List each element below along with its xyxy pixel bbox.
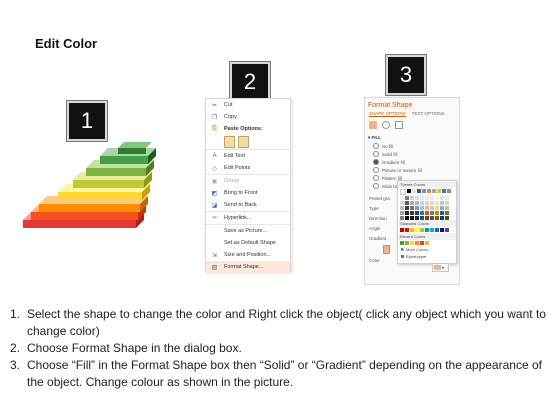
paste-option-icon[interactable] xyxy=(238,136,249,148)
gradient-stop-icon[interactable] xyxy=(383,244,390,254)
theme-colors-header: Theme Colors xyxy=(398,181,456,188)
menu-item-save-as-picture[interactable]: Save as Picture... xyxy=(206,224,290,237)
eyedropper-icon xyxy=(401,255,404,258)
scissors-icon: ✂ xyxy=(211,102,218,109)
chevron-down-icon: ▾ xyxy=(442,265,445,270)
tab-shape-options[interactable]: SHAPE OPTIONS xyxy=(369,111,406,117)
paste-option-icon[interactable] xyxy=(224,136,235,148)
menu-item-copy[interactable]: ❐ Copy xyxy=(206,111,290,123)
instruction-number: 1. xyxy=(10,307,21,321)
menu-item-label: Copy xyxy=(224,114,237,120)
instruction-number: 3. xyxy=(10,358,21,372)
fill-option-label: Solid fill xyxy=(382,151,398,157)
menu-item-label: Save as Picture... xyxy=(224,228,268,234)
menu-item-set-as-default-shape[interactable]: Set as Default Shape xyxy=(206,237,290,249)
theme-colors-top-row xyxy=(398,188,456,196)
instruction-number: 2. xyxy=(10,341,21,355)
group-icon: ▣ xyxy=(211,178,218,185)
recent-colors-header: Recent Colors xyxy=(398,233,456,240)
fill-option-picture-or-texture-fill[interactable]: Picture or texture fill xyxy=(365,166,459,174)
fill-color-swatch xyxy=(434,265,441,270)
instruction-item: 2. Choose Format Shape in the dialog box. xyxy=(10,340,550,357)
menu-item-label: Format Shape... xyxy=(224,264,264,270)
fill-section-header[interactable]: ▾ FILL xyxy=(365,133,459,142)
fill-option-label: Gradient fill xyxy=(382,159,405,165)
menu-item-label: Size and Position... xyxy=(224,252,272,258)
menu-item-label: Set as Default Shape xyxy=(224,240,276,246)
eyedropper-label: Eyedropper xyxy=(406,254,427,259)
menu-item-edit-points[interactable]: ◇ Edit Points xyxy=(206,162,290,174)
menu-item-hyperlink[interactable]: ∞ Hyperlink... xyxy=(206,211,290,224)
fill-option-label: No fill xyxy=(382,143,394,149)
fill-line-icon[interactable] xyxy=(369,121,377,129)
eyedropper-item[interactable]: Eyedropper xyxy=(398,253,456,260)
menu-item-group[interactable]: ▣ Group xyxy=(206,174,290,187)
fill-option-solid-fill[interactable]: Solid fill xyxy=(365,150,459,158)
stair-shape-graphic[interactable] xyxy=(18,140,168,240)
size-properties-icon[interactable] xyxy=(395,121,403,129)
step-badge-2: 2 xyxy=(230,62,270,102)
radio-button[interactable] xyxy=(373,167,379,173)
menu-item-label: Hyperlink... xyxy=(224,215,252,221)
fill-option-gradient-fill[interactable]: Gradient fill xyxy=(365,158,459,166)
paste-options-row xyxy=(206,135,290,149)
radio-button[interactable] xyxy=(373,151,379,157)
radio-button[interactable] xyxy=(373,159,379,165)
menu-item-size-and-position[interactable]: ⇲ Size and Position... xyxy=(206,249,290,261)
fill-option-label: Picture or texture fill xyxy=(382,167,422,173)
format-shape-icon: ▨ xyxy=(211,264,218,271)
menu-item-label: Bring to Front xyxy=(224,190,258,196)
send-back-icon: ◪ xyxy=(211,202,218,209)
menu-item-label: Cut xyxy=(224,102,233,108)
edit-points-icon: ◇ xyxy=(212,165,217,172)
menu-item-label: Paste Options: xyxy=(224,126,263,132)
instruction-item: 1. Select the shape to change the color a… xyxy=(10,306,550,340)
standard-colors-header: Standard Colors xyxy=(398,220,456,227)
menu-icon-spacer xyxy=(210,227,219,235)
radio-button[interactable] xyxy=(373,183,379,189)
instruction-text: Choose Format Shape in the dialog box. xyxy=(27,341,242,355)
instructions-list: 1. Select the shape to change the color a… xyxy=(10,306,550,391)
radio-button[interactable] xyxy=(373,143,379,149)
more-colors-item[interactable]: More Colors... xyxy=(398,246,456,253)
context-menu: ✂ Cut ❐ Copy ⎘ Paste Options: A Edit Text ◇ Edit … xyxy=(205,98,291,273)
size-icon: ⇲ xyxy=(211,252,218,259)
menu-item-label: Group xyxy=(224,178,240,184)
menu-item-label: Edit Points xyxy=(224,165,251,171)
paste-icon: ⎘ xyxy=(212,125,217,132)
bring-front-icon: ◩ xyxy=(211,190,218,197)
color-wheel-icon xyxy=(401,248,404,251)
menu-item-cut[interactable]: ✂ Cut xyxy=(206,99,290,111)
menu-item-send-to-back[interactable]: ◪ Send to Back xyxy=(206,199,290,211)
menu-item-label: Edit Text xyxy=(224,153,245,159)
menu-item-edit-text[interactable]: A Edit Text xyxy=(206,149,290,162)
step-badge-3: 3 xyxy=(386,55,426,95)
menu-item-bring-to-front[interactable]: ◩ Bring to Front xyxy=(206,187,290,199)
effects-icon[interactable] xyxy=(382,121,390,129)
copy-icon: ❐ xyxy=(211,114,218,121)
edit-text-icon: A xyxy=(212,153,217,159)
panel-title: Format Shape xyxy=(368,102,413,109)
fill-section-label: FILL xyxy=(371,135,382,140)
tab-text-options[interactable]: TEXT OPTIONS xyxy=(412,111,445,117)
instruction-text: Choose “Fill” in the Format Shape box th… xyxy=(27,358,542,389)
menu-icon-spacer xyxy=(210,239,219,247)
menu-item-format-shape[interactable]: ▨ Format Shape... xyxy=(206,261,290,273)
instruction-text: Select the shape to change the color and… xyxy=(27,307,546,338)
fill-option-no-fill[interactable]: No fill xyxy=(365,142,459,150)
theme-colors-shades xyxy=(398,196,456,220)
fill-color-button[interactable]: ▾ xyxy=(432,263,449,272)
menu-item-paste-options: ⎘ Paste Options: xyxy=(206,123,290,135)
radio-button[interactable] xyxy=(373,175,379,181)
page-title: Edit Color xyxy=(35,36,98,51)
instruction-item: 3. Choose “Fill” in the Format Shape box … xyxy=(10,357,550,391)
step-badge-1: 1 xyxy=(67,101,107,141)
menu-item-label: Send to Back xyxy=(224,202,257,208)
color-picker-popup: Theme Colors Standard Colors Recent Colo… xyxy=(397,180,457,264)
more-colors-label: More Colors... xyxy=(406,247,432,252)
hyperlink-icon: ∞ xyxy=(212,215,217,221)
